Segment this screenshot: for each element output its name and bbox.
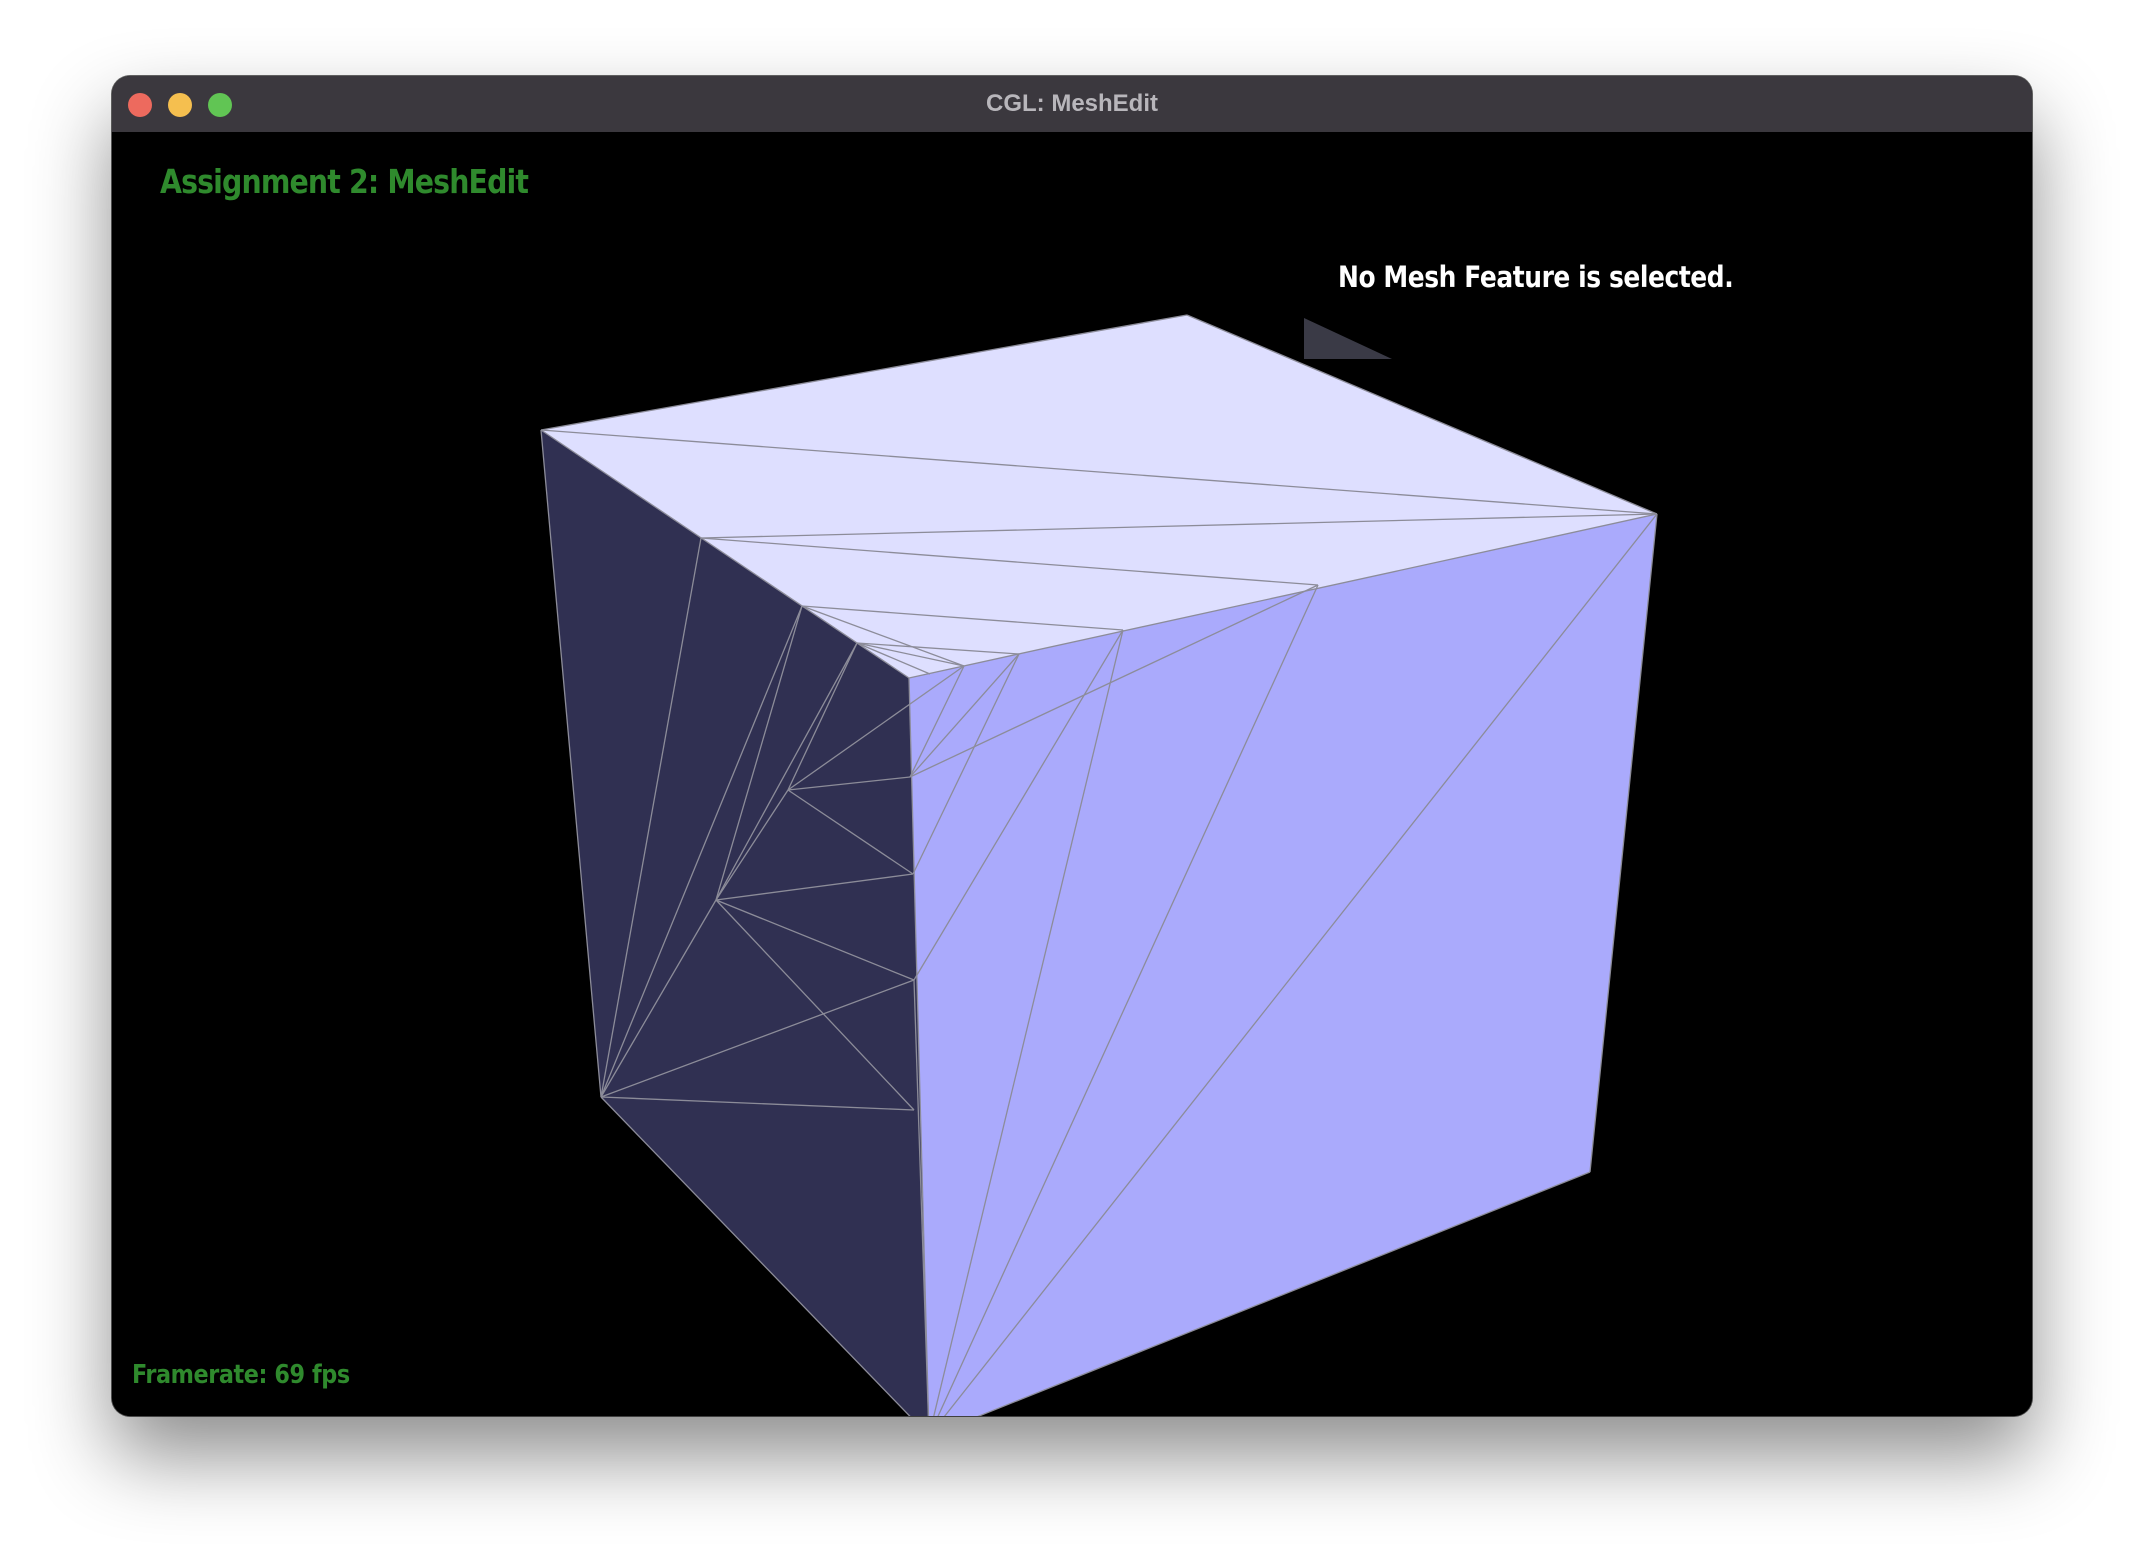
app-title: Assignment 2: MeshEdit (160, 162, 529, 201)
mesh-canvas[interactable] (112, 132, 2032, 1416)
window-title: CGL: MeshEdit (986, 90, 1158, 117)
selection-marker (1304, 318, 1392, 359)
app-window: CGL: MeshEdit Assignment 2: MeshEdit No … (112, 76, 2032, 1416)
title-bar[interactable]: CGL: MeshEdit (112, 76, 2032, 133)
3d-viewport[interactable]: Assignment 2: MeshEdit No Mesh Feature i… (112, 132, 2032, 1416)
framerate-readout: Framerate: 69 fps (132, 1360, 350, 1390)
selection-status-label: No Mesh Feature is selected. (1338, 260, 1734, 294)
